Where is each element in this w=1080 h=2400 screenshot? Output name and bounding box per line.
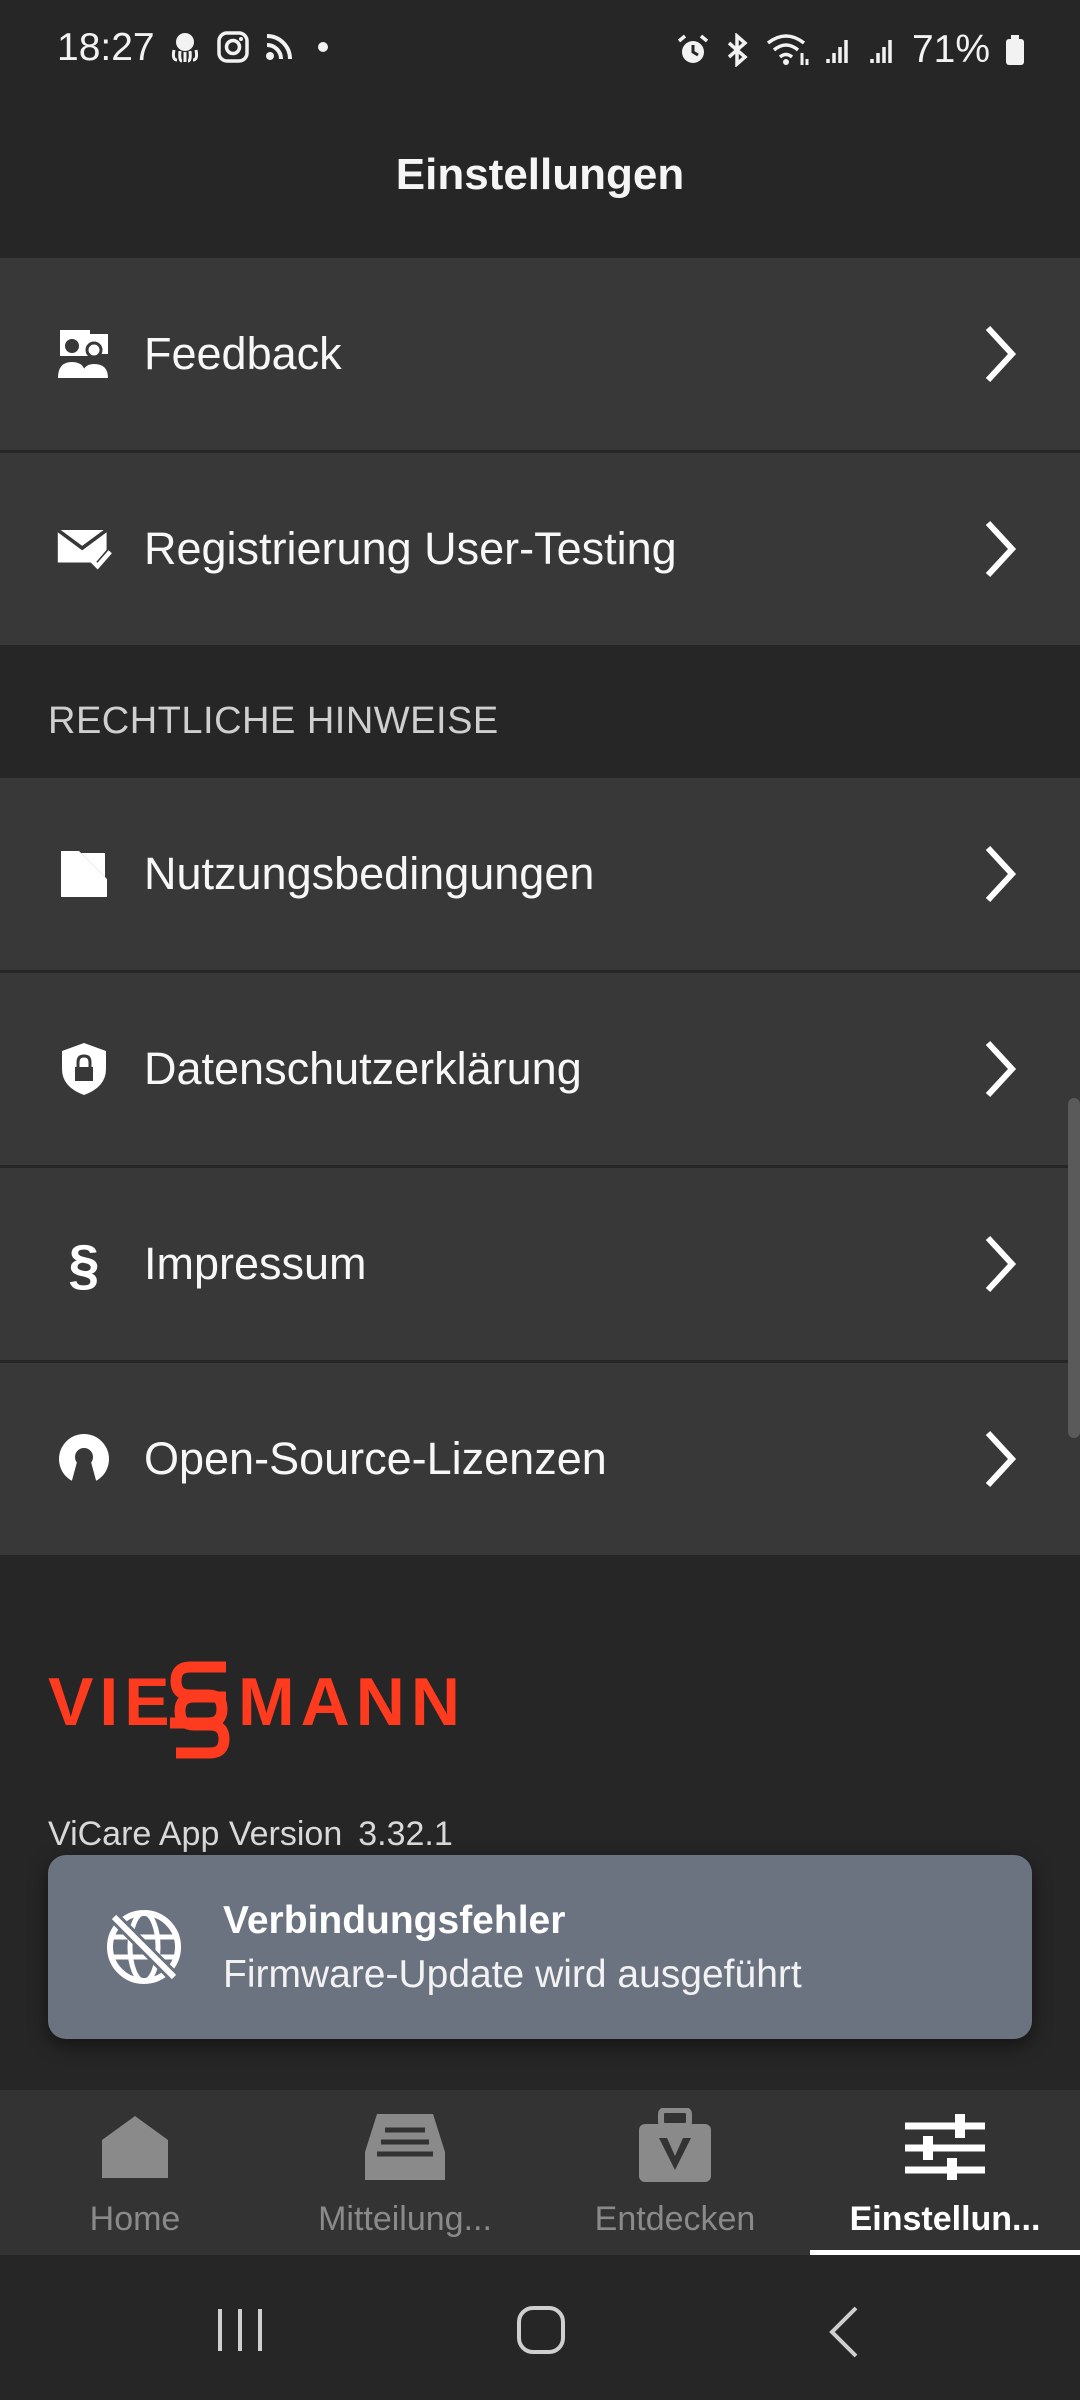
chevron-right-icon (985, 845, 1017, 903)
battery-percentage: 71% (911, 28, 990, 71)
dot-icon (318, 42, 328, 52)
legal-item-open-source[interactable]: Open-Source-Lizenzen (0, 1363, 1080, 1558)
viessmann-logo: VIE MANN (48, 1655, 533, 1765)
bluetooth-icon (727, 33, 748, 67)
legal-item-label: Open-Source-Lizenzen (144, 1433, 607, 1484)
app-version: ViCare App Version 3.32.1 (48, 1815, 469, 1854)
status-time: 18:27 (57, 26, 155, 69)
settings-item-user-testing[interactable]: Registrierung User-Testing (0, 453, 1080, 648)
octopus-icon (171, 33, 199, 63)
svg-text:VIE: VIE (48, 1664, 176, 1740)
nav-label: Einstellun... (849, 2200, 1041, 2238)
settings-item-label: Feedback (144, 328, 342, 379)
paragraph-icon: § (68, 1232, 100, 1296)
status-bar: 18:27 71% (0, 0, 1080, 100)
nav-item-settings[interactable]: Einstellun... (810, 2090, 1080, 2255)
snackbar-message: Firmware-Update wird ausgeführt (223, 1953, 802, 1996)
settings-sliders-icon (905, 2114, 985, 2180)
legal-item-privacy[interactable]: Datenschutzerklärung (0, 973, 1080, 1168)
home-icon (102, 2116, 168, 2178)
legal-item-label: Impressum (144, 1238, 367, 1289)
svg-text:MANN: MANN (238, 1664, 466, 1740)
app-version-label: ViCare App Version (48, 1815, 343, 1853)
nav-label: Home (89, 2200, 181, 2238)
shield-lock-icon (56, 1041, 112, 1097)
chevron-right-icon (985, 1040, 1017, 1098)
chevron-right-icon (985, 1235, 1017, 1293)
messages-icon (365, 2114, 445, 2180)
chevron-right-icon (985, 520, 1017, 578)
page-title: Einstellungen (395, 150, 685, 199)
no-connection-globe-icon (107, 1910, 181, 1984)
legal-item-terms[interactable]: Nutzungsbedingungen (0, 778, 1080, 973)
nav-label: Mitteilung... (318, 2200, 492, 2238)
rss-icon (266, 34, 292, 60)
settings-item-label: Registrierung User-Testing (144, 523, 677, 574)
nav-item-messages[interactable]: Mitteilung... (270, 2090, 540, 2255)
nav-label: Entdecken (594, 2200, 756, 2238)
legal-item-imprint[interactable]: § Impressum (0, 1168, 1080, 1363)
recent-apps-icon[interactable] (215, 2307, 265, 2353)
nav-item-home[interactable]: Home (0, 2090, 270, 2255)
scrollbar[interactable] (1068, 1098, 1080, 1438)
nav-item-discover[interactable]: Entdecken (540, 2090, 810, 2255)
chevron-right-icon (985, 1430, 1017, 1488)
status-right-icons: 71% (676, 28, 1026, 72)
discover-bag-icon (639, 2108, 711, 2182)
bottom-navigation: Home Mitteilung... Entdecken Einstellun.… (0, 2090, 1080, 2255)
mail-check-icon (56, 521, 112, 577)
instagram-icon (217, 31, 249, 63)
app-version-number: 3.32.1 (358, 1815, 453, 1853)
back-icon[interactable] (826, 2305, 860, 2359)
app-bar: Einstellungen (0, 100, 1080, 258)
system-navigation-bar (0, 2255, 1080, 2400)
feedback-icon (56, 326, 112, 382)
settings-item-feedback[interactable]: Feedback (0, 258, 1080, 453)
status-left-icons (168, 30, 338, 64)
connection-error-snackbar[interactable]: Verbindungsfehler Firmware-Update wird a… (48, 1855, 1032, 2039)
snackbar-title: Verbindungsfehler (223, 1899, 566, 1942)
section-header-legal: RECHTLICHE HINWEISE (48, 700, 499, 742)
chevron-right-icon (985, 325, 1017, 383)
home-button-icon[interactable] (516, 2305, 566, 2355)
signal-icon (826, 40, 848, 63)
document-icon (56, 846, 112, 902)
alarm-icon (677, 34, 709, 63)
battery-icon (1006, 35, 1024, 65)
open-source-icon (56, 1431, 112, 1487)
legal-item-label: Nutzungsbedingungen (144, 848, 595, 899)
signal-icon (870, 40, 892, 63)
legal-item-label: Datenschutzerklärung (144, 1043, 582, 1094)
wifi-icon (766, 34, 809, 65)
